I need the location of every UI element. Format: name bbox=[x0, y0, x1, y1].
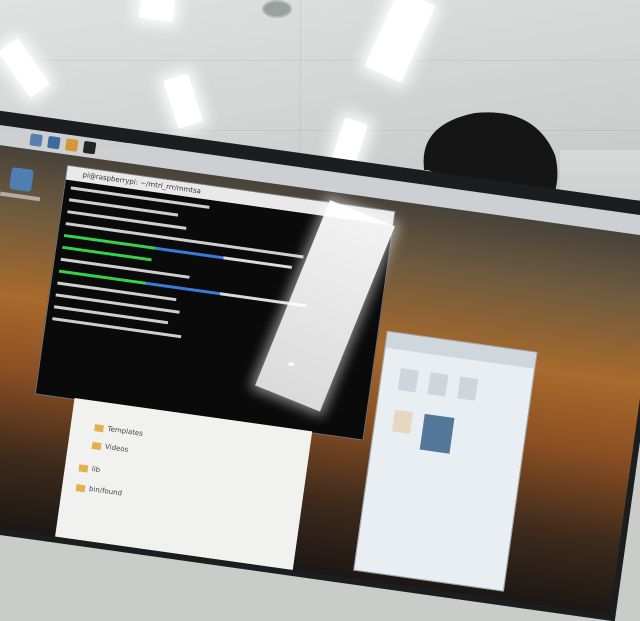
file-icon[interactable] bbox=[427, 372, 449, 397]
sidebar-item-label: lib bbox=[91, 465, 101, 475]
folder-icon bbox=[78, 463, 89, 472]
sidebar-item-label: Videos bbox=[104, 442, 129, 454]
sidebar-item-bin[interactable]: bin/found bbox=[75, 483, 123, 498]
image-file-icon[interactable] bbox=[419, 413, 455, 454]
sidebar-item-label: Templates bbox=[107, 424, 144, 438]
folder-icon bbox=[94, 423, 105, 432]
terminal-icon[interactable] bbox=[82, 140, 97, 155]
folder-icon[interactable] bbox=[64, 138, 79, 152]
file-manager-toolbar[interactable] bbox=[385, 331, 537, 369]
sidebar-item-videos[interactable]: Videos bbox=[91, 441, 129, 454]
file-icon[interactable] bbox=[457, 376, 479, 401]
ceiling-seam bbox=[0, 60, 640, 61]
file-icon[interactable] bbox=[391, 409, 413, 434]
sidebar-item-lib[interactable]: lib bbox=[78, 463, 101, 475]
ceiling-sprinkler bbox=[262, 0, 292, 18]
folder-icon bbox=[91, 441, 102, 450]
menu-icon[interactable] bbox=[29, 133, 43, 147]
file-icon[interactable] bbox=[397, 368, 419, 393]
browser-icon[interactable] bbox=[47, 135, 61, 150]
folder-icon bbox=[75, 483, 86, 492]
sidebar-item-label: bin/found bbox=[88, 484, 123, 498]
trash-icon[interactable] bbox=[9, 167, 34, 192]
sidebar-item-templates[interactable]: Templates bbox=[94, 423, 143, 438]
file-manager-window[interactable] bbox=[353, 330, 538, 592]
desktop-icon-label bbox=[0, 191, 41, 202]
